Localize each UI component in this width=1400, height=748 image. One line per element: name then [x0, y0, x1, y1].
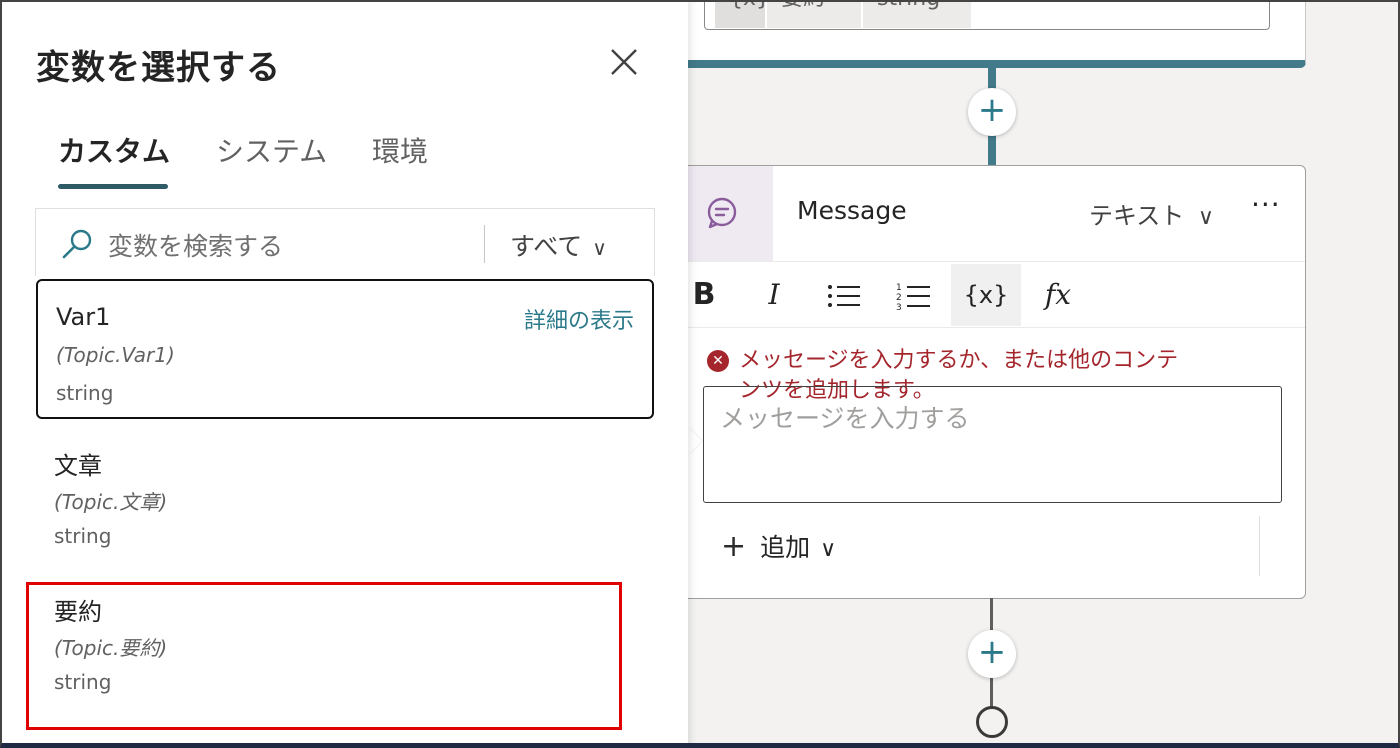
- italic-button[interactable]: I: [739, 264, 809, 326]
- divider: [1259, 516, 1260, 576]
- variable-item[interactable]: 文章 (Topic.文章) string: [36, 424, 654, 564]
- variable-path: (Topic.文章): [54, 490, 168, 514]
- bulleted-list-icon: [828, 285, 860, 307]
- plus-icon: +: [721, 529, 747, 564]
- variable-type: string: [54, 524, 112, 548]
- search-input[interactable]: 変数を検索する: [108, 227, 283, 263]
- tab-custom[interactable]: カスタム: [58, 130, 170, 170]
- message-input[interactable]: メッセージを入力する: [703, 386, 1282, 503]
- active-tab-indicator: [58, 184, 168, 189]
- variable-type: string: [56, 381, 114, 405]
- variable-item[interactable]: Var1 詳細の表示 (Topic.Var1) string: [36, 279, 654, 419]
- svg-text:1: 1: [896, 283, 902, 293]
- more-options-icon[interactable]: ···: [1251, 188, 1281, 221]
- plus-icon: +: [977, 90, 1007, 130]
- filter-dropdown[interactable]: すべて ∨: [510, 227, 607, 263]
- previous-node: {x} 要約 string ›: [688, 0, 1306, 68]
- panel-title: 変数を選択する: [36, 48, 281, 88]
- message-input-placeholder: メッセージを入力する: [720, 404, 970, 433]
- insert-formula-button[interactable]: fx: [1023, 264, 1093, 326]
- variable-search: 変数を検索する すべて ∨: [35, 208, 655, 276]
- variable-chip-icon: {x}: [715, 0, 765, 28]
- message-type-label: テキスト: [1089, 202, 1185, 230]
- annotation-highlight-box: [26, 582, 622, 730]
- chat-bubble-icon: [707, 197, 737, 229]
- chevron-down-icon: ∨: [1197, 205, 1215, 230]
- show-details-link[interactable]: 詳細の表示: [524, 303, 634, 335]
- variable-name: Var1: [56, 303, 111, 331]
- message-node: Message テキスト ∨ ··· B I 1 2 3 {x} fx ✕ メッ…: [688, 165, 1306, 599]
- filter-label: すべて: [510, 232, 583, 261]
- close-icon: [611, 49, 637, 75]
- plus-icon: +: [977, 632, 1007, 672]
- variable-name: 文章: [54, 452, 102, 480]
- numbered-list-button[interactable]: 1 2 3: [879, 264, 949, 326]
- chevron-right-icon[interactable]: ›: [1246, 0, 1255, 9]
- authoring-canvas: {x} 要約 string › + Message テキスト ∨ ··· B: [688, 0, 1400, 748]
- add-content-button[interactable]: + 追加 ∨: [721, 528, 836, 564]
- chevron-down-icon: ∨: [592, 236, 607, 260]
- variable-chip-name: 要約: [767, 0, 861, 28]
- error-icon: ✕: [707, 350, 729, 372]
- node-title: Message: [797, 196, 907, 225]
- bold-button[interactable]: B: [688, 264, 739, 326]
- search-icon: [62, 229, 92, 259]
- message-node-header: Message テキスト ∨ ···: [688, 166, 1305, 262]
- add-label: 追加: [760, 533, 811, 562]
- variable-path: (Topic.Var1): [56, 343, 175, 367]
- chevron-down-icon: ∨: [820, 537, 837, 562]
- insert-variable-button[interactable]: {x}: [951, 264, 1021, 326]
- message-icon-container: [688, 166, 773, 261]
- end-node-icon: [976, 706, 1008, 738]
- variable-chip-type: string: [863, 0, 971, 28]
- tab-environment[interactable]: 環境: [372, 130, 428, 170]
- message-type-dropdown[interactable]: テキスト ∨: [1089, 196, 1214, 231]
- formatting-toolbar: B I 1 2 3 {x} fx: [688, 264, 1305, 328]
- variable-picker-panel: 変数を選択する カスタム システム 環境 変数を検索する すべて ∨ Var1 詳…: [0, 0, 688, 748]
- divider: [484, 225, 485, 263]
- bulleted-list-button[interactable]: [809, 264, 879, 326]
- svg-text:2: 2: [896, 293, 902, 303]
- svg-text:3: 3: [896, 303, 902, 311]
- variable-field[interactable]: {x} 要約 string ›: [704, 0, 1270, 30]
- add-node-button[interactable]: +: [968, 88, 1016, 136]
- add-node-button[interactable]: +: [968, 630, 1016, 678]
- numbered-list-icon: 1 2 3: [896, 283, 930, 313]
- tab-system[interactable]: システム: [216, 130, 327, 170]
- close-button[interactable]: [602, 40, 646, 84]
